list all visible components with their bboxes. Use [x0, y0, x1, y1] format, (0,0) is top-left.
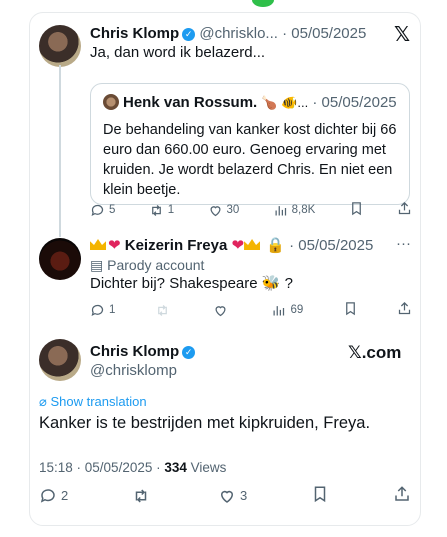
reply-button[interactable]: 2	[39, 487, 68, 505]
views-count: 8,8K	[291, 204, 316, 216]
parody-label: Parody account	[107, 257, 205, 273]
like-button[interactable]	[213, 303, 232, 318]
heart-icon	[215, 305, 226, 316]
translate-icon: ⌀	[39, 394, 47, 409]
quote-emoji: 🍗 🐠...	[261, 95, 309, 110]
like-count: 30	[226, 204, 240, 216]
more-options-button[interactable]: ···	[396, 235, 411, 253]
tweet-time[interactable]: · 05/05/2025	[289, 237, 373, 254]
tweet-text: Dichter bij? Shakespeare 🐝 ?	[90, 275, 293, 292]
author-handle-time[interactable]: @chrisklo... · 05/05/2025	[199, 25, 366, 42]
x-com-brand: 𝕏.com	[348, 343, 402, 362]
avatar[interactable]	[39, 238, 81, 280]
bookmark-icon	[314, 486, 326, 503]
views-icon	[275, 205, 286, 215]
quoted-tweet[interactable]: Henk van Rossum. 🍗 🐠... · 05/05/2025 De …	[90, 83, 410, 205]
reply-count: 2	[61, 488, 69, 503]
like-count: 3	[239, 488, 248, 503]
bookmark-button[interactable]	[311, 485, 329, 506]
tweet-timestamp[interactable]: 15:18 · 05/05/2025 ·	[39, 460, 164, 475]
views-count: 69	[290, 304, 304, 316]
avatar[interactable]	[39, 25, 81, 67]
heart-icon	[220, 490, 233, 503]
bookmark-icon	[345, 302, 355, 316]
x-logo-icon: 𝕏	[394, 24, 411, 46]
share-icon	[398, 301, 411, 315]
bookmark-button[interactable]	[349, 201, 364, 219]
retweet-icon	[157, 304, 167, 316]
views-count: 334	[164, 460, 187, 475]
retweet-count: 1	[167, 204, 175, 216]
views-icon	[273, 305, 285, 315]
parody-icon: ▤	[90, 257, 104, 273]
bookmark-button[interactable]	[343, 301, 358, 319]
crown-icon	[90, 239, 106, 250]
author-handle[interactable]: @chrisklomp	[90, 362, 177, 380]
tweet-text: Kanker is te bestrijden met kipkruiden, …	[39, 414, 371, 432]
quote-time: · 05/05/2025	[312, 94, 397, 111]
retweet-button-disabled	[155, 303, 174, 318]
like-button[interactable]: 3	[218, 487, 247, 505]
share-button[interactable]	[397, 301, 412, 319]
bookmark-icon	[351, 202, 361, 216]
tweet-actions: 1 69	[90, 301, 412, 319]
show-translation-link[interactable]: Show translation	[50, 394, 146, 409]
reply-icon	[91, 304, 104, 316]
avatar[interactable]	[39, 339, 81, 381]
views-button[interactable]: 8,8K	[273, 203, 316, 218]
author-name[interactable]: Chris Klomp	[90, 25, 179, 42]
share-icon	[395, 486, 409, 501]
reply-button[interactable]: 1	[90, 303, 115, 318]
retweet-button[interactable]	[132, 487, 154, 505]
views-button[interactable]: 69	[271, 303, 303, 318]
green-decoration	[252, 0, 274, 7]
author-name[interactable]: Keizerin Freya	[125, 237, 228, 254]
lock-icon: 🔒	[266, 237, 285, 254]
share-button[interactable]	[397, 201, 412, 219]
tweet-actions: 2 3	[39, 485, 411, 506]
share-icon	[398, 201, 411, 215]
heart-emoji-icon: ❤	[108, 237, 121, 254]
views-label: Views	[186, 460, 227, 475]
reply-count: 5	[109, 204, 116, 216]
reply-count: 1	[109, 304, 116, 316]
tweet-card: Chris Klomp ✓ @chrisklo... · 05/05/2025 𝕏…	[29, 12, 421, 526]
like-button[interactable]: 30	[208, 203, 240, 218]
tweet-text: Ja, dan word ik belazerd...	[90, 44, 266, 61]
bee-emoji-icon: 🐝	[261, 275, 281, 292]
author-name[interactable]: Chris Klomp	[90, 343, 179, 360]
tweet-actions: 5 1 30 8,8K	[90, 201, 412, 219]
quote-text: De behandeling van kanker kost dichter b…	[103, 122, 397, 198]
tweet-meta: 15:18 · 05/05/2025 · 334 Views	[39, 459, 226, 477]
heart-emoji-icon: ❤	[231, 237, 245, 254]
share-button[interactable]	[393, 485, 411, 506]
heart-icon	[209, 205, 221, 216]
thread-line	[59, 65, 61, 237]
retweet-icon	[135, 488, 147, 503]
quote-author-name: Henk van Rossum.	[123, 94, 258, 111]
retweet-button[interactable]: 1	[149, 203, 174, 218]
verified-badge-icon: ✓	[182, 346, 196, 359]
retweet-icon	[151, 204, 161, 216]
crown-icon	[244, 239, 261, 250]
quote-avatar	[103, 94, 119, 110]
reply-icon	[91, 204, 104, 216]
verified-badge-icon: ✓	[182, 28, 196, 41]
reply-icon	[40, 488, 55, 503]
reply-button[interactable]: 5	[90, 203, 115, 218]
